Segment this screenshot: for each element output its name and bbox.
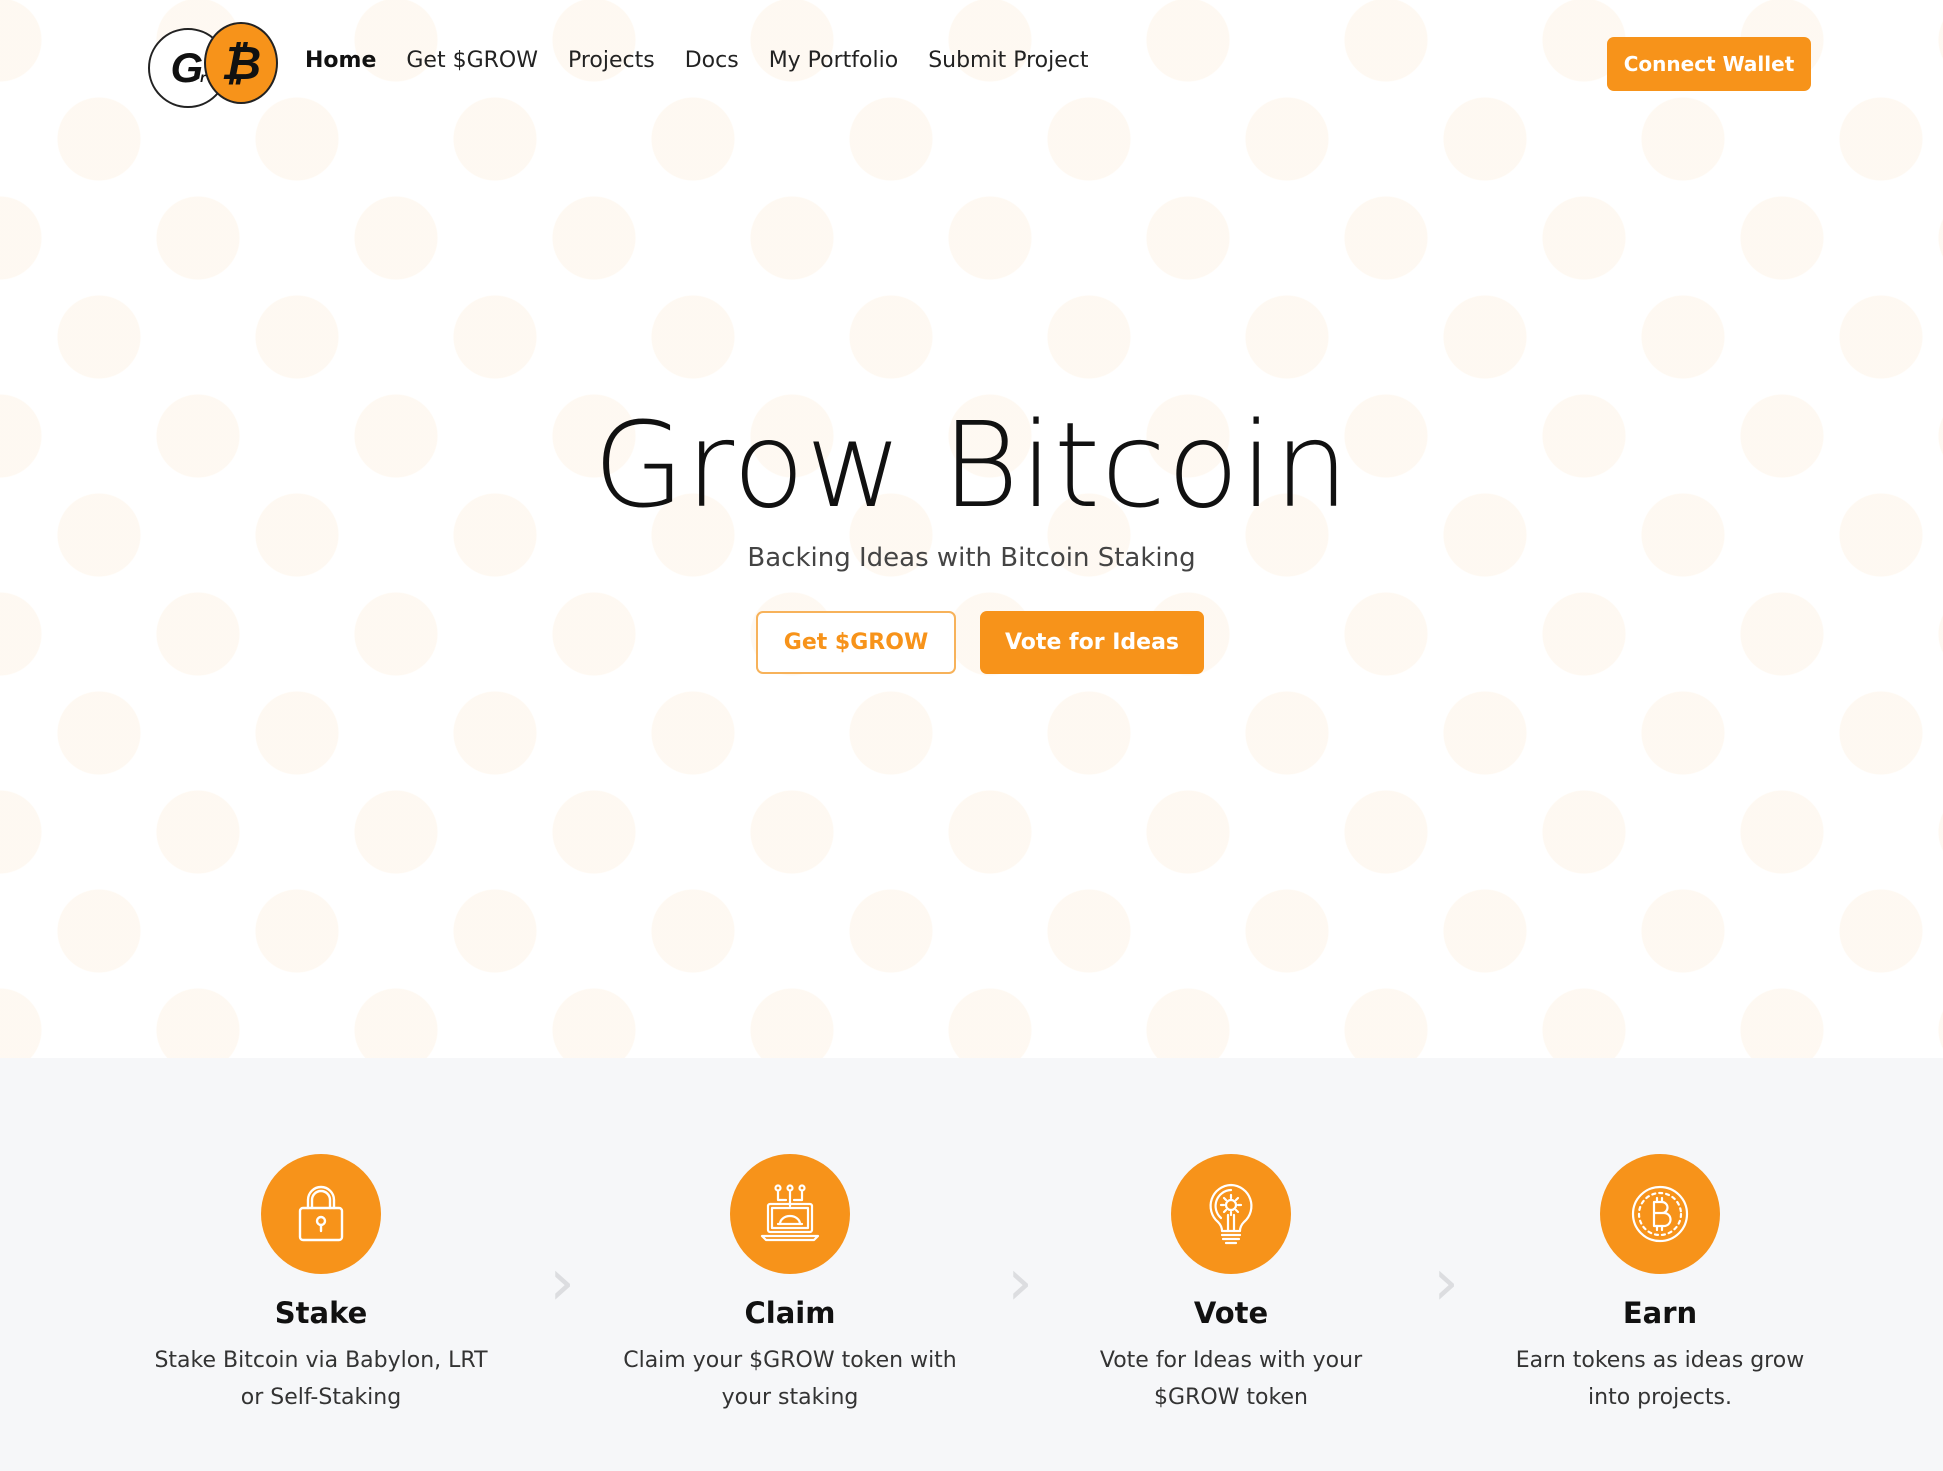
bitcoin-coin-icon <box>1600 1154 1720 1274</box>
hero-title: Grow Bitcoin <box>593 396 1350 534</box>
nav-link-docs[interactable]: Docs <box>685 48 739 73</box>
nav-link-get-grow[interactable]: Get $GROW <box>406 48 538 73</box>
step-description-line: Vote for Ideas with your <box>1099 1348 1363 1373</box>
nav-link-my-portfolio[interactable]: My Portfolio <box>769 48 899 73</box>
lock-icon <box>261 1154 381 1274</box>
chevron-right-icon: › <box>1007 1246 1033 1320</box>
nav-link-home[interactable]: Home <box>305 48 376 73</box>
chevron-right-icon: › <box>1433 1246 1459 1320</box>
site-logo[interactable]: Gr ₿ <box>148 22 278 108</box>
step-earn: Earn Earn tokens as ideas grow into proj… <box>1470 1154 1850 1416</box>
vote-for-ideas-button[interactable]: Vote for Ideas <box>980 611 1204 674</box>
nav-link-projects[interactable]: Projects <box>568 48 655 73</box>
step-title: Stake <box>274 1296 368 1330</box>
step-description-line: Earn tokens as ideas grow <box>1515 1348 1805 1373</box>
step-description-line: or Self-Staking <box>240 1385 402 1410</box>
hero-subtitle: Backing Ideas with Bitcoin Staking <box>747 543 1196 573</box>
step-title: Claim <box>744 1296 836 1330</box>
step-vote: Vote Vote for Ideas with your $GROW toke… <box>1041 1154 1421 1416</box>
step-description: Stake Bitcoin via Babylon, LRT or Self-S… <box>131 1342 511 1416</box>
bitcoin-symbol-icon: ₿ <box>220 36 262 90</box>
step-description: Claim your $GROW token with your staking <box>600 1342 980 1416</box>
step-description: Vote for Ideas with your $GROW token <box>1041 1342 1421 1416</box>
step-stake: Stake Stake Bitcoin via Babylon, LRT or … <box>131 1154 511 1416</box>
how-it-works-section: Stake Stake Bitcoin via Babylon, LRT or … <box>0 1058 1943 1471</box>
step-description-line: your staking <box>721 1385 859 1410</box>
laptop-claim-icon <box>730 1154 850 1274</box>
step-description-line: into projects. <box>1588 1385 1732 1410</box>
step-title: Earn <box>1622 1296 1698 1330</box>
nav-link-submit-project[interactable]: Submit Project <box>928 48 1088 73</box>
step-title: Vote <box>1193 1296 1269 1330</box>
nav-links: Home Get $GROW Projects Docs My Portfoli… <box>305 48 1119 73</box>
chevron-right-icon: › <box>549 1246 575 1320</box>
logo-letter-g: G <box>170 44 204 91</box>
get-grow-button[interactable]: Get $GROW <box>756 611 956 674</box>
lightbulb-icon <box>1171 1154 1291 1274</box>
logo-coin-bitcoin: ₿ <box>204 22 278 104</box>
connect-wallet-button[interactable]: Connect Wallet <box>1607 37 1811 91</box>
step-description-line: $GROW token <box>1154 1385 1308 1410</box>
top-navigation: Gr ₿ Home Get $GROW Projects Docs My Por… <box>0 0 1943 130</box>
step-description-line: Claim your $GROW token with <box>623 1348 957 1373</box>
step-description: Earn tokens as ideas grow into projects. <box>1470 1342 1850 1416</box>
step-claim: Claim Claim your $GROW token with your s… <box>600 1154 980 1416</box>
step-description-line: Stake Bitcoin via Babylon, LRT <box>154 1348 488 1373</box>
hero-section: Gr ₿ Home Get $GROW Projects Docs My Por… <box>0 0 1943 1058</box>
